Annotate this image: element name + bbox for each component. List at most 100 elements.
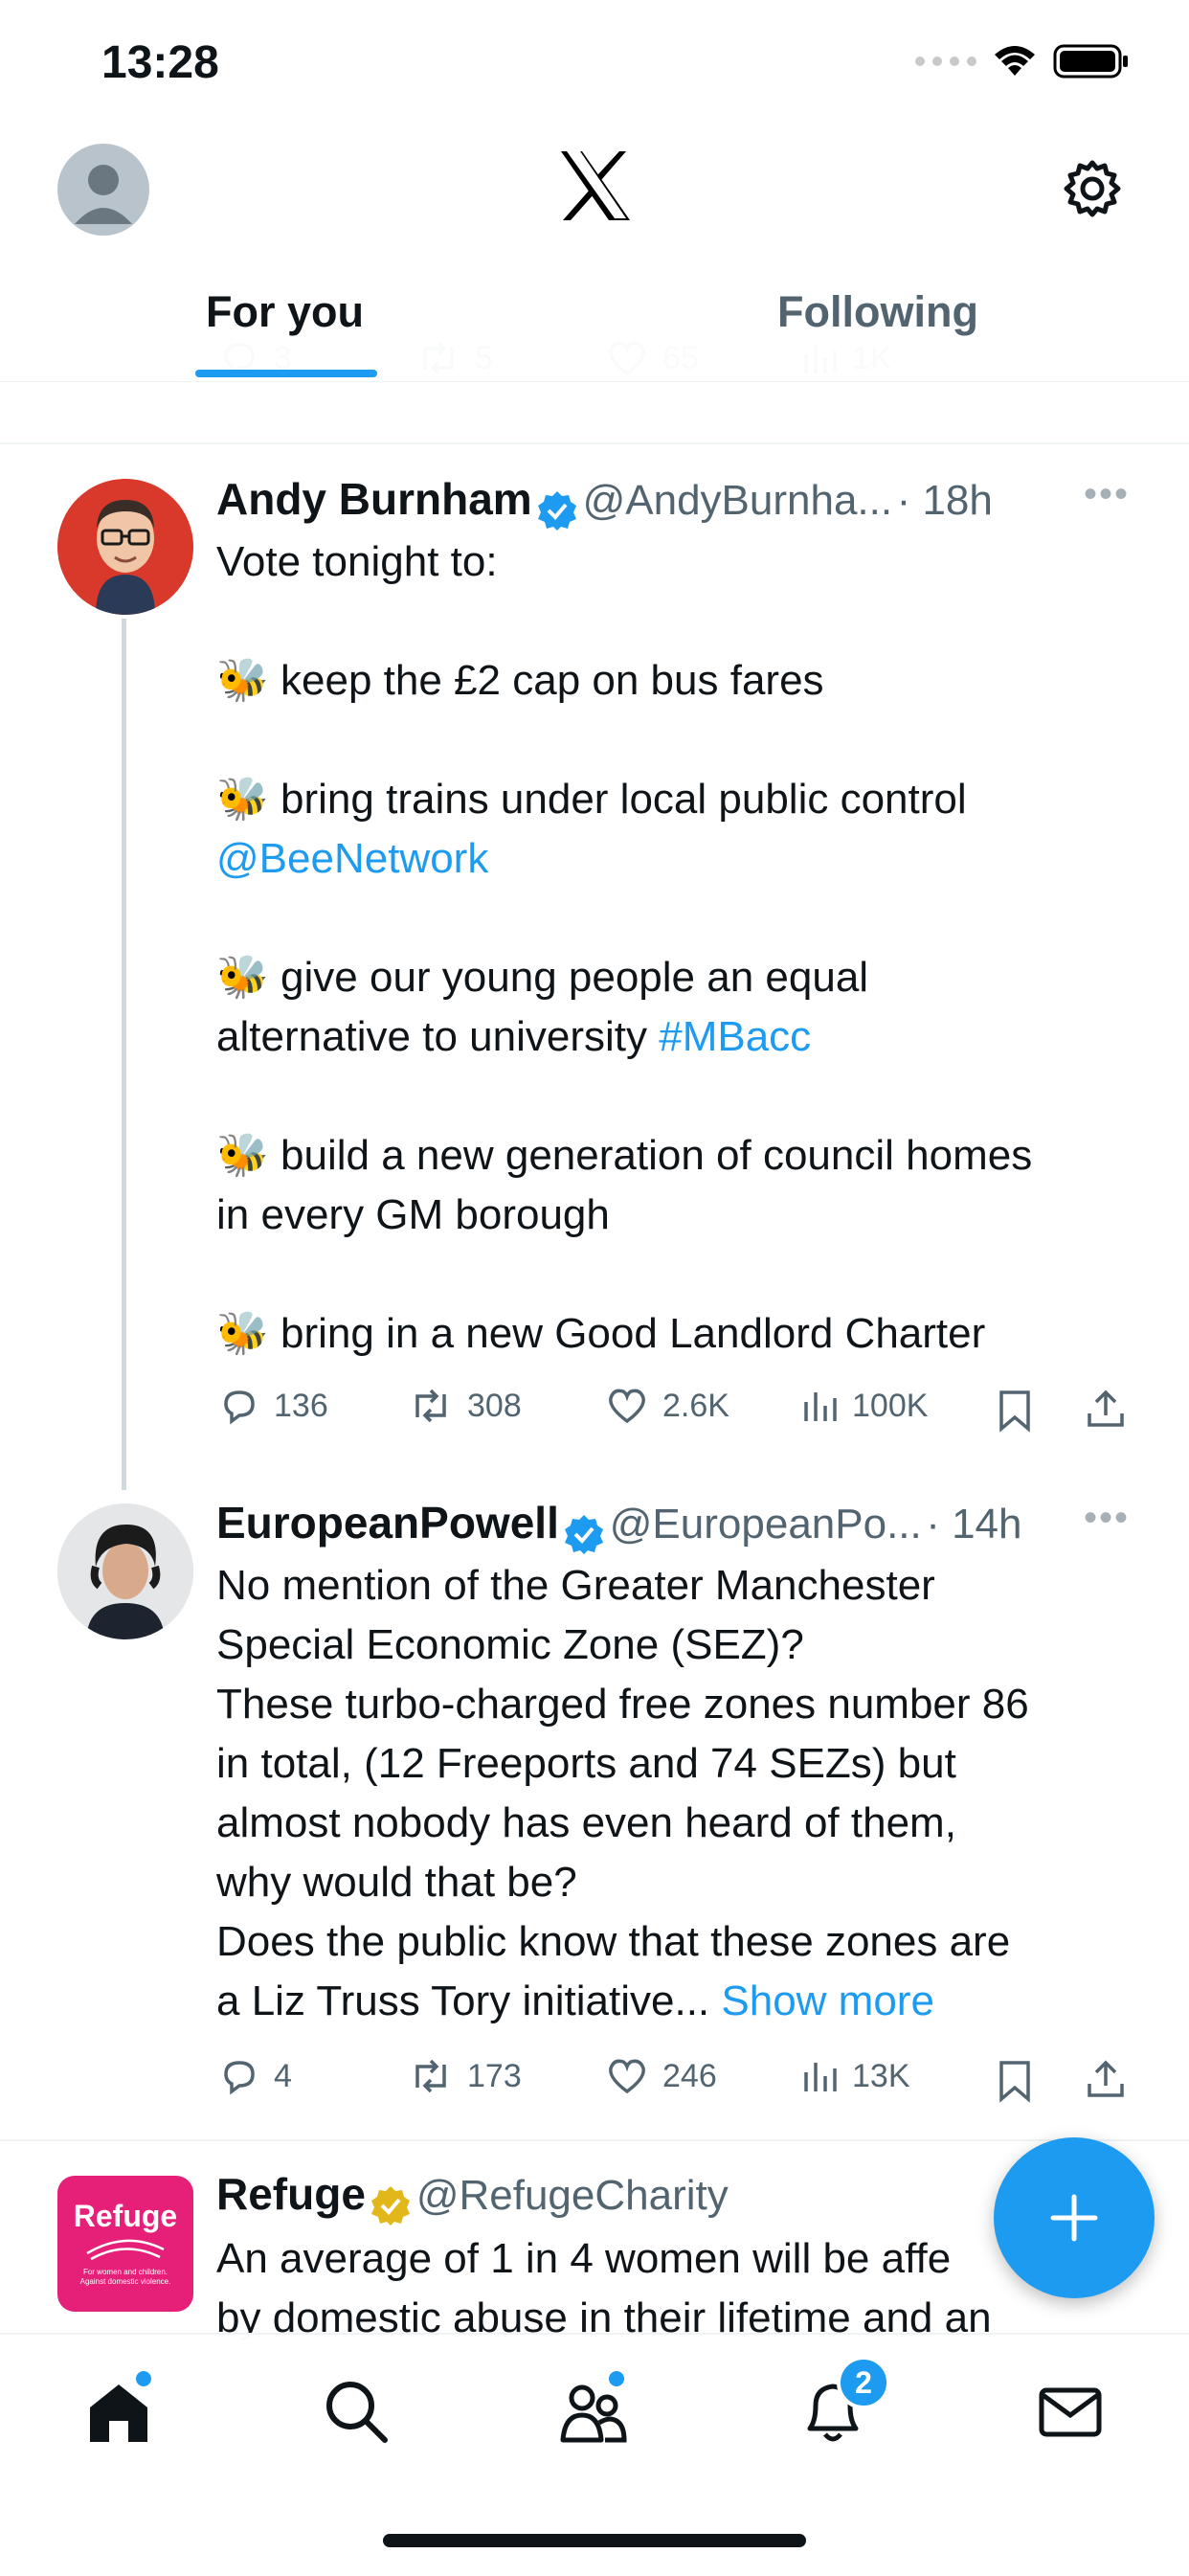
bee-emoji: 🐝 — [216, 776, 269, 823]
tab-for-you[interactable]: For you — [206, 287, 364, 337]
communities-unread-dot — [605, 2367, 628, 2390]
home-unread-dot — [132, 2367, 155, 2390]
status-icons — [915, 44, 1130, 79]
gear-icon[interactable] — [1063, 159, 1122, 218]
author-handle[interactable]: @RefugeCharity — [416, 2172, 729, 2219]
tweet-line: why would that be? — [216, 1859, 577, 1906]
verified-icon — [565, 1514, 604, 1554]
avatar-photo-icon — [57, 1503, 193, 1639]
tweet-avatar-andy-burnham[interactable] — [57, 479, 193, 615]
tweet-divider — [0, 442, 1189, 444]
tweet-line: in every GM borough — [216, 1191, 610, 1238]
repost-button[interactable]: 173 — [408, 2055, 522, 2097]
tweet-line: Does the public know that these zones ar… — [216, 1918, 1011, 1965]
notifications-count-badge: 2 — [837, 2356, 890, 2409]
tweet-line: 🐝 bring in a new Good Landlord Charter — [216, 1310, 986, 1357]
nav-messages[interactable] — [1032, 2373, 1109, 2450]
tweet-time: · 14h — [926, 1501, 1022, 1548]
show-more-link[interactable]: Show more — [721, 1977, 934, 2024]
tweet-line: 🐝 give our young people an equal — [216, 954, 869, 1001]
repost-icon — [415, 1389, 446, 1423]
repost-icon — [415, 2059, 446, 2093]
tab-following[interactable]: Following — [777, 287, 978, 337]
verified-icon — [538, 490, 577, 531]
views-icon — [804, 2063, 837, 2091]
bee-emoji: 🐝 — [216, 1132, 269, 1179]
reply-button[interactable]: 136 — [218, 1385, 328, 1427]
tweet-header: Andy Burnham @AndyBurnha... · 18h — [216, 473, 993, 531]
views-button[interactable]: 100K — [800, 1385, 928, 1427]
nav-notifications[interactable]: 2 — [795, 2356, 890, 2450]
views-button[interactable]: 13K — [800, 2055, 910, 2097]
wifi-icon — [995, 46, 1035, 76]
tweet-line: 🐝 keep the £2 cap on bus fares — [216, 657, 824, 704]
avatar-placeholder-icon — [75, 165, 132, 224]
share-icon[interactable] — [1084, 1387, 1128, 1431]
tweet-header: EuropeanPowell @EuropeanPo... · 14h — [216, 1497, 1022, 1555]
tweet-line: alternative to university #MBacc — [216, 1013, 812, 1060]
active-tab-indicator — [195, 370, 377, 377]
bookmark-icon[interactable] — [996, 1389, 1034, 1433]
tweet-line: Vote tonight to: — [216, 538, 498, 585]
compose-button[interactable] — [994, 2137, 1155, 2298]
x-logo-icon — [561, 151, 630, 220]
tweet-line: 🐝 build a new generation of council home… — [216, 1132, 1033, 1179]
share-icon[interactable] — [1084, 2057, 1128, 2101]
tweet-actions: 136 308 2.6K 100K — [0, 1379, 1189, 1436]
mail-icon — [1039, 2387, 1102, 2437]
like-icon — [609, 2059, 645, 2094]
tweet-line: a Liz Truss Tory initiative... Show more — [216, 1977, 934, 2024]
tweet-line: almost nobody has even heard of them, — [216, 1799, 956, 1846]
author-name[interactable]: Refuge — [216, 2169, 366, 2219]
bee-emoji: 🐝 — [216, 1310, 269, 1357]
reply-icon — [224, 2061, 255, 2095]
reply-icon — [224, 1390, 255, 1425]
hashtag-link[interactable]: #MBacc — [659, 1013, 811, 1060]
tweet-text: Vote tonight to: 🐝 keep the £2 cap on bu… — [216, 532, 1135, 1364]
refuge-logo-subtext: For women and children. Against domestic… — [79, 2268, 171, 2286]
avatar-illustration-icon — [57, 479, 193, 615]
tweet-line: These turbo-charged free zones number 86 — [216, 1681, 1029, 1728]
signal-dots-icon — [915, 56, 976, 66]
like-button[interactable]: 246 — [605, 2055, 717, 2097]
nav-home[interactable] — [80, 2367, 157, 2450]
profile-avatar-button[interactable] — [57, 144, 149, 236]
refuge-swirl-icon — [86, 2239, 165, 2261]
like-icon — [609, 1389, 645, 1424]
bee-emoji: 🐝 — [216, 954, 269, 1001]
tweet-time: · 18h — [896, 477, 993, 524]
author-name[interactable]: Andy Burnham — [216, 474, 532, 524]
tweet-actions: 4 173 246 13K — [0, 2049, 1189, 2107]
more-icon[interactable]: ••• — [1084, 473, 1130, 516]
search-icon — [326, 2382, 388, 2443]
tweet-line: in total, (12 Freeports and 74 SEZs) but — [216, 1740, 956, 1787]
tweet-text: No mention of the Greater Manchester Spe… — [216, 1556, 1155, 2031]
thread-connector-line — [122, 619, 126, 1490]
verified-gold-icon — [371, 2185, 411, 2226]
compose-plus-icon — [1050, 2194, 1098, 2242]
bookmark-icon[interactable] — [996, 2059, 1034, 2103]
home-indicator[interactable] — [383, 2534, 806, 2547]
status-time: 13:28 — [101, 37, 219, 88]
reply-button[interactable]: 4 — [218, 2055, 292, 2097]
repost-button[interactable]: 308 — [408, 1385, 522, 1427]
nav-search[interactable] — [318, 2373, 394, 2450]
tweet-line: 🐝 bring trains under local public contro… — [216, 776, 967, 823]
like-button[interactable]: 2.6K — [605, 1385, 729, 1427]
author-name[interactable]: EuropeanPowell — [216, 1498, 559, 1548]
bee-emoji: 🐝 — [216, 657, 269, 704]
battery-icon — [1053, 44, 1128, 79]
author-handle[interactable]: @EuropeanPo... — [610, 1501, 922, 1548]
tweet-avatar-european-powell[interactable] — [57, 1503, 193, 1639]
top-header: 13:28 For you Following — [0, 0, 1189, 382]
nav-communities[interactable] — [555, 2367, 632, 2450]
tweet-avatar-refuge[interactable]: Refuge For women and children. Against d… — [57, 2176, 193, 2312]
refuge-logo-text: Refuge — [73, 2199, 178, 2233]
author-handle[interactable]: @AndyBurnha... — [583, 477, 893, 524]
views-icon — [804, 1392, 837, 1421]
mention-link[interactable]: @BeeNetwork — [216, 829, 1135, 889]
tweet-header: Refuge @RefugeCharity — [216, 2168, 729, 2226]
tweet-line: No mention of the Greater Manchester — [216, 1562, 935, 1609]
tweet-divider — [0, 2139, 1189, 2141]
more-icon[interactable]: ••• — [1084, 1497, 1130, 1540]
